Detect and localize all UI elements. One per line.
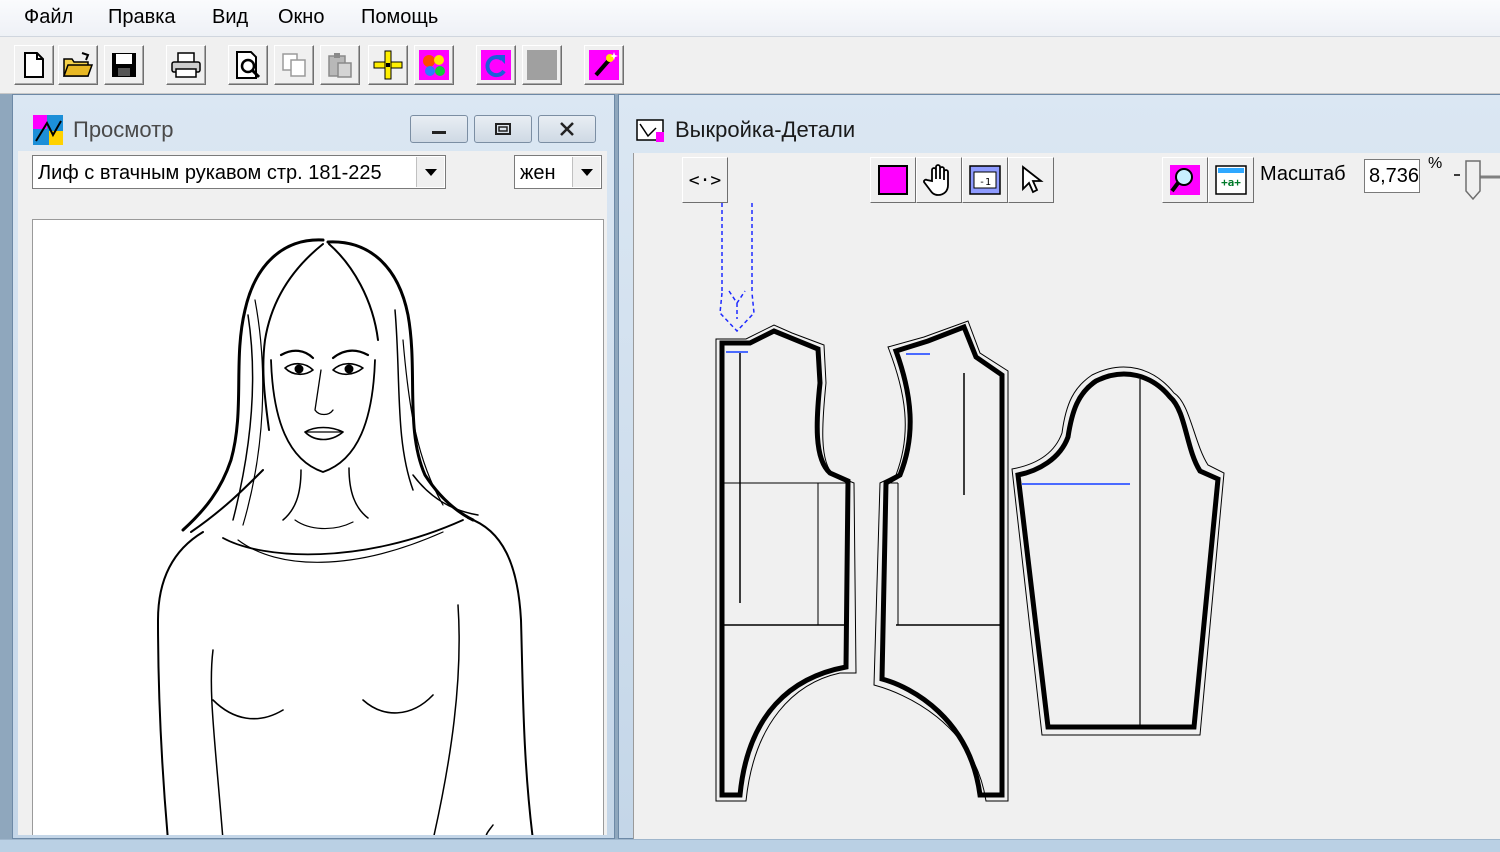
main-toolbar xyxy=(0,37,1500,94)
gender-select[interactable]: жен xyxy=(514,155,602,189)
model-select-dropdown-button[interactable] xyxy=(416,157,444,187)
preview-window-title: Просмотр xyxy=(73,117,174,142)
wizard-button[interactable] xyxy=(584,45,624,85)
print-preview-button[interactable] xyxy=(228,45,268,85)
magic-wand-icon xyxy=(589,50,619,80)
grain-arrow xyxy=(719,203,755,333)
ruler-icon: -1 xyxy=(969,165,1001,195)
model-select-value: Лиф с втачным рукавом стр. 181-225 xyxy=(38,162,382,184)
chevron-down-icon xyxy=(424,169,437,176)
sleeve-piece xyxy=(1011,366,1225,736)
disabled-tool-button[interactable] xyxy=(522,45,562,85)
pattern-app-icon xyxy=(636,119,664,142)
zoom-magnifier-icon xyxy=(1170,165,1200,195)
minimize-button[interactable] xyxy=(410,115,468,143)
color-palette-icon xyxy=(419,50,449,80)
model-sketch-panel xyxy=(32,219,604,835)
paste-button[interactable] xyxy=(320,45,360,85)
gender-select-value: жен xyxy=(520,162,556,184)
pattern-window-title: Выкройка-Детали xyxy=(675,117,856,142)
menu-edit[interactable]: Правка xyxy=(108,6,176,29)
fit-width-icon: +a+ xyxy=(1215,165,1247,195)
print-button[interactable] xyxy=(166,45,206,85)
preview-app-icon xyxy=(33,115,63,145)
magenta-square-icon xyxy=(878,165,908,195)
close-icon xyxy=(560,122,574,136)
undo-button[interactable] xyxy=(476,45,516,85)
new-doc-icon xyxy=(24,52,44,78)
pattern-canvas xyxy=(715,203,1225,802)
new-document-button[interactable] xyxy=(14,45,54,85)
cursor-arrow-icon xyxy=(1022,165,1044,194)
pattern-window: Выкройка-Детали <·> -1 +a+ Масштаб 8,736… xyxy=(618,94,1500,840)
menu-window[interactable]: Окно xyxy=(278,6,324,29)
scale-slider[interactable] xyxy=(1450,155,1500,203)
gray-square-icon xyxy=(527,50,557,80)
restore-button[interactable] xyxy=(474,115,532,143)
pan-hand-button[interactable] xyxy=(916,157,962,203)
copy-icon xyxy=(282,53,306,77)
print-preview-icon xyxy=(236,51,261,79)
chevron-down-icon xyxy=(580,169,593,176)
menu-view[interactable]: Вид xyxy=(212,6,248,29)
undo-magenta-icon xyxy=(481,50,511,80)
preview-window: Просмотр Лиф с втачным рукавом стр. 181-… xyxy=(12,94,615,839)
hand-icon xyxy=(923,164,949,196)
save-disk-icon xyxy=(112,53,136,77)
pointer-button[interactable] xyxy=(1008,157,1054,203)
pattern-window-client: <·> -1 +a+ Масштаб 8,736 % xyxy=(633,153,1500,840)
printer-icon xyxy=(171,52,201,78)
copy-button[interactable] xyxy=(274,45,314,85)
svg-text:+a+: +a+ xyxy=(1221,176,1241,189)
select-area-button[interactable] xyxy=(870,157,916,203)
zoom-button[interactable] xyxy=(1162,157,1208,203)
scale-input[interactable]: 8,736 xyxy=(1364,159,1420,193)
colors-button[interactable] xyxy=(414,45,454,85)
percent-sign: % xyxy=(1428,155,1443,172)
front-piece xyxy=(873,320,1009,802)
save-button[interactable] xyxy=(104,45,144,85)
mdi-workspace: Просмотр Лиф с втачным рукавом стр. 181-… xyxy=(0,94,1500,840)
model-sketch-image xyxy=(157,238,534,835)
paste-icon xyxy=(328,53,352,78)
add-grid-button[interactable] xyxy=(368,45,408,85)
menu-help[interactable]: Помощь xyxy=(361,6,438,29)
gender-select-dropdown-button[interactable] xyxy=(572,157,600,187)
restore-icon xyxy=(495,123,511,135)
svg-text:-1: -1 xyxy=(979,177,991,188)
status-bar xyxy=(0,839,1500,852)
menu-bar: Файл Правка Вид Окно Помощь xyxy=(0,0,1500,37)
preview-window-titlebar[interactable]: Просмотр xyxy=(13,95,614,151)
close-button[interactable] xyxy=(538,115,596,143)
measure-button[interactable]: -1 xyxy=(962,157,1008,203)
toggle-label: <·> xyxy=(688,169,722,191)
model-select[interactable]: Лиф с втачным рукавом стр. 181-225 xyxy=(32,155,446,189)
crosshair-yellow-icon xyxy=(373,50,403,80)
scale-label: Масштаб xyxy=(1260,163,1346,185)
toggle-button[interactable]: <·> xyxy=(682,157,728,203)
open-button[interactable] xyxy=(58,45,98,85)
pattern-window-titlebar[interactable]: Выкройка-Детали xyxy=(619,95,1500,151)
menu-file[interactable]: Файл xyxy=(24,6,73,29)
fit-width-button[interactable]: +a+ xyxy=(1208,157,1254,203)
slider-thumb-icon xyxy=(1454,160,1500,201)
minimize-icon xyxy=(432,131,446,134)
open-folder-icon xyxy=(62,52,94,77)
back-piece xyxy=(715,324,857,802)
preview-window-client: Лиф с втачным рукавом стр. 181-225 жен xyxy=(18,151,607,835)
